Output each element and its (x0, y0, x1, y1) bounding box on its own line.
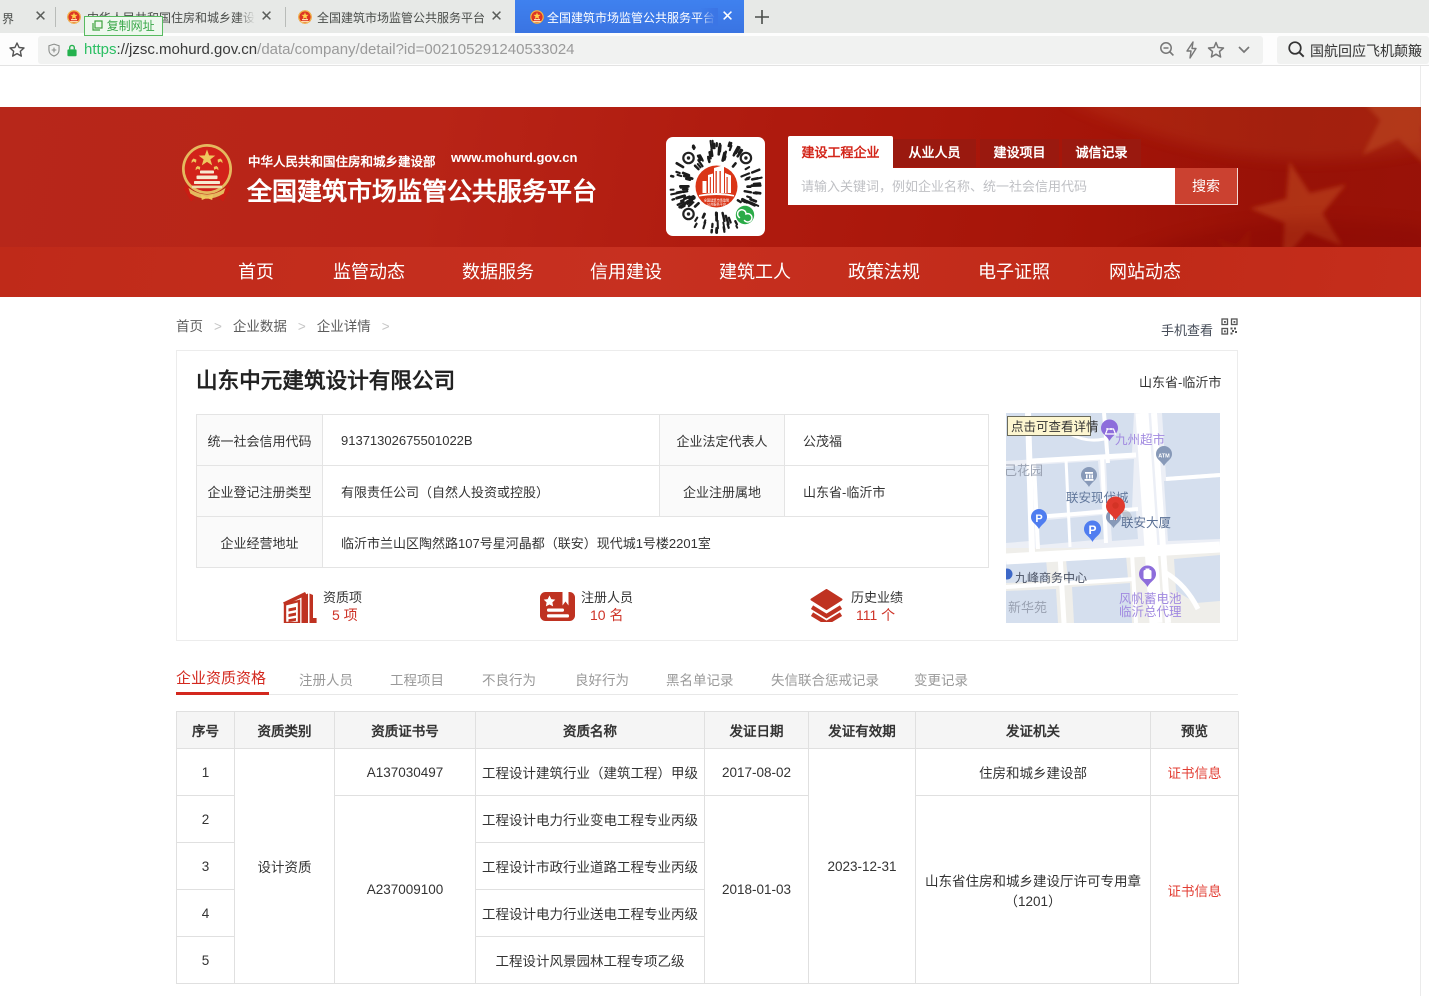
svg-text:风帆蓄电池: 风帆蓄电池 (1119, 591, 1182, 606)
svg-text:己花园: 己花园 (1006, 463, 1043, 478)
svg-text:公共服务平台: 公共服务平台 (707, 202, 726, 207)
svg-text:九州超市: 九州超市 (1115, 432, 1165, 447)
svg-text:点击可查看详情: 点击可查看详情 (1011, 419, 1099, 434)
svg-text:P: P (1088, 523, 1096, 537)
svg-text:临沂总代理: 临沂总代理 (1119, 605, 1182, 619)
svg-text:新华苑: 新华苑 (1008, 600, 1047, 615)
svg-text:ATM: ATM (1158, 454, 1170, 460)
svg-text:九峰商务中心: 九峰商务中心 (1015, 570, 1087, 585)
svg-text:P: P (1035, 513, 1042, 525)
